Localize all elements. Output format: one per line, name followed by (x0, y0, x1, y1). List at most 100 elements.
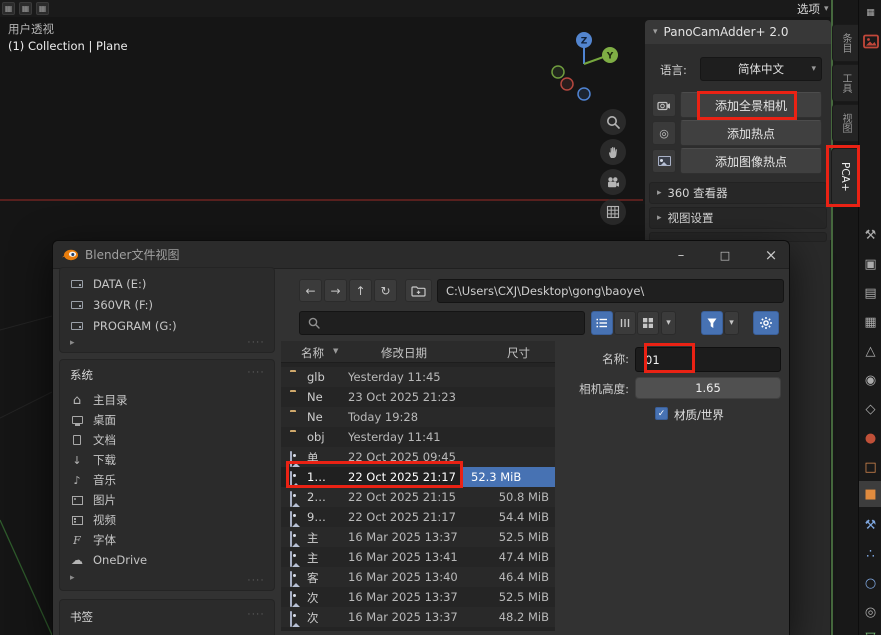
panel-grip[interactable] (248, 610, 265, 620)
file-row[interactable]: 2…22 Oct 2025 21:1550.8 MiB (281, 487, 555, 507)
file-row[interactable]: glbYesterday 11:45 (281, 367, 555, 387)
maximize-button[interactable]: □ (705, 241, 745, 269)
file-row[interactable]: 单22 Oct 2025 09:45 (281, 447, 555, 467)
view-thumbnails-button[interactable] (637, 311, 659, 335)
image-red-icon[interactable] (859, 30, 881, 52)
add-camera-icon-button[interactable] (652, 93, 676, 117)
view-vertical-list-button[interactable] (591, 311, 613, 335)
bookmarks-header[interactable]: 书签 (70, 609, 93, 625)
viewport-overlay-icon[interactable]: ▦ (36, 2, 49, 15)
panel-grip[interactable] (248, 338, 265, 348)
panel-grip[interactable] (248, 368, 265, 378)
file-row[interactable]: Ne23 Oct 2025 21:23 (281, 387, 555, 407)
pan-button[interactable] (600, 139, 626, 165)
mesh-data-tab-icon[interactable]: ▽ (859, 626, 881, 635)
zoom-button[interactable] (600, 109, 626, 135)
filter-dropdown[interactable]: ▾ (724, 311, 739, 335)
up-button[interactable]: ↑ (349, 279, 372, 302)
tab-tool[interactable]: 工具 (832, 64, 858, 102)
back-button[interactable]: ← (299, 279, 322, 302)
volume-item[interactable]: 360VR (F:) (70, 295, 266, 315)
scene-tab-icon[interactable]: △ (859, 340, 881, 362)
search-input[interactable] (299, 311, 585, 335)
file-row[interactable]: NeToday 19:28 (281, 407, 555, 427)
material-world-checkbox[interactable]: ✓ (655, 407, 668, 420)
section-360-viewer[interactable]: ▸ 360 查看器 (649, 182, 827, 204)
editor-selector-icon[interactable]: ▦ (859, 2, 881, 24)
sidebar-item-fonts[interactable]: F 字体 (70, 530, 266, 550)
panocamadder-panel-header[interactable]: ▾ PanoCamAdder+ 2.0 (645, 20, 831, 44)
active-properties-tab[interactable]: ■ (859, 481, 881, 507)
path-field[interactable]: C:\Users\CXJ\Desktop\gong\baoye\ (437, 279, 784, 303)
tab-view[interactable]: 视图 (832, 104, 858, 142)
column-name[interactable]: 名称 (301, 345, 324, 361)
refresh-button[interactable]: ↻ (374, 279, 397, 302)
add-pano-camera-button[interactable]: 添加全景相机 (680, 92, 822, 118)
volume-item[interactable]: DATA (E:) (70, 274, 266, 294)
file-row[interactable]: 主16 Mar 2025 13:3752.5 MiB (281, 527, 555, 547)
properties-tab-strip: ▦ ⚒ ▣ ▤ ▦ △ ◉ ◇ ● □ ■ ⚒ ∴ ○ ◎ ▽ (858, 0, 881, 635)
volume-item[interactable]: PROGRAM (G:) (70, 316, 266, 336)
section-view-settings[interactable]: ▸ 视图设置 (649, 207, 827, 229)
column-size[interactable]: 尺寸 (507, 345, 530, 361)
sidebar-item-music[interactable]: ♪ 音乐 (70, 470, 266, 490)
viewport-shading-icon[interactable]: ▦ (19, 2, 32, 15)
file-row[interactable]: 次16 Mar 2025 13:3748.2 MiB (281, 607, 555, 627)
system-header[interactable]: 系统 (70, 367, 93, 383)
navigation-gizmo[interactable]: Z Y (540, 26, 630, 104)
view-horizontal-list-button[interactable] (614, 311, 636, 335)
sidebar-item-home[interactable]: ⌂ 主目录 (70, 390, 266, 410)
file-row[interactable]: 主16 Mar 2025 13:4147.4 MiB (281, 547, 555, 567)
object-tab-icon[interactable]: □ (859, 456, 881, 478)
collection-tab-icon[interactable]: ◇ (859, 398, 881, 420)
sidebar-item-pictures[interactable]: 图片 (70, 490, 266, 510)
active-object-breadcrumb: (1) Collection | Plane (8, 39, 128, 53)
sidebar-item-downloads[interactable]: ↓ 下载 (70, 450, 266, 470)
world-tab-icon[interactable]: ◉ (859, 369, 881, 391)
filter-button[interactable] (701, 311, 723, 335)
close-button[interactable]: × (751, 241, 791, 269)
new-folder-button[interactable] (405, 279, 432, 302)
constraints-tab-icon[interactable]: ◎ (859, 601, 881, 623)
options-dropdown[interactable]: 选项 ▾ (797, 1, 829, 17)
modifier-tab-icon[interactable]: ⚒ (859, 514, 881, 536)
add-hotspot-button[interactable]: 添加热点 (680, 120, 822, 146)
minimize-button[interactable]: – (661, 241, 701, 269)
add-image-hotspot-button[interactable]: 添加图像热点 (680, 148, 822, 174)
chevron-right-icon[interactable]: ▸ (70, 338, 75, 348)
sidebar-item-desktop[interactable]: 桌面 (70, 410, 266, 430)
sidebar-item-onedrive[interactable]: ☁ OneDrive (70, 550, 266, 570)
view-size-dropdown[interactable]: ▾ (661, 311, 676, 335)
render-tab-icon[interactable]: ▣ (859, 253, 881, 275)
dialog-titlebar[interactable]: Blender文件视图 – □ × (53, 241, 789, 269)
ortho-grid-button[interactable] (600, 199, 626, 225)
tab-pca[interactable]: PCA+ (831, 148, 858, 206)
particles-tab-icon[interactable]: ∴ (859, 543, 881, 565)
camera-height-field[interactable]: 1.65 (635, 377, 781, 399)
file-row[interactable]: 客16 Mar 2025 13:4046.4 MiB (281, 567, 555, 587)
language-select[interactable]: 简体中文 ▾ (700, 57, 822, 81)
viewlayer-tab-icon[interactable]: ▦ (859, 311, 881, 333)
settings-button[interactable] (753, 311, 779, 335)
chevron-right-icon[interactable]: ▸ (70, 573, 75, 583)
column-date[interactable]: 修改日期 (381, 345, 427, 361)
file-row-selected[interactable]: 1…22 Oct 2025 21:1752.3 MiB (281, 467, 555, 487)
sidebar-item-videos[interactable]: 视频 (70, 510, 266, 530)
image-hotspot-icon-button[interactable] (652, 149, 676, 173)
physics-tab-icon[interactable]: ○ (859, 572, 881, 594)
hotspot-icon-button[interactable]: ◎ (652, 121, 676, 145)
editor-type-icon[interactable]: ▦ (2, 2, 15, 15)
file-row[interactable]: 9…22 Oct 2025 21:1754.4 MiB (281, 507, 555, 527)
panel-grip[interactable] (248, 576, 265, 586)
forward-button[interactable]: → (324, 279, 347, 302)
file-row[interactable]: objYesterday 11:41 (281, 427, 555, 447)
world-sphere-tab-icon[interactable]: ● (859, 427, 881, 449)
tool-tab-icon[interactable]: ⚒ (859, 224, 881, 246)
camera-view-button[interactable] (600, 169, 626, 195)
file-row[interactable]: 次16 Mar 2025 13:3752.5 MiB (281, 587, 555, 607)
sidebar-item-documents[interactable]: 文档 (70, 430, 266, 450)
file-name-input[interactable]: 01 (635, 347, 781, 372)
sort-desc-icon[interactable]: ▼ (333, 347, 338, 355)
tab-item[interactable]: 条目 (832, 24, 858, 62)
output-tab-icon[interactable]: ▤ (859, 282, 881, 304)
